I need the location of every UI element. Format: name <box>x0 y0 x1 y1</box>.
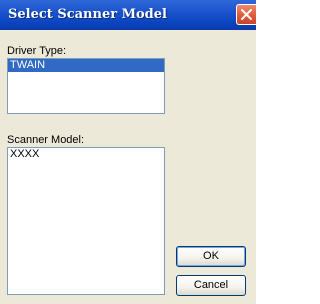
scanner-model-item-xxxx[interactable]: XXXX <box>8 148 164 161</box>
driver-type-list[interactable]: TWAIN <box>7 58 165 114</box>
scanner-model-list[interactable]: XXXX <box>7 147 165 295</box>
close-icon <box>241 9 252 20</box>
dialog-body: Driver Type: TWAIN Scanner Model: XXXX O… <box>0 30 256 304</box>
close-button[interactable] <box>236 4 256 25</box>
dialog-title: Select Scanner Model <box>8 7 167 22</box>
title-bar: Select Scanner Model <box>0 0 256 31</box>
scanner-model-label: Scanner Model: <box>7 134 85 146</box>
driver-type-item-twain[interactable]: TWAIN <box>8 59 164 72</box>
ok-button[interactable]: OK <box>176 246 246 267</box>
cancel-button[interactable]: Cancel <box>176 275 246 296</box>
driver-type-label: Driver Type: <box>7 45 67 57</box>
